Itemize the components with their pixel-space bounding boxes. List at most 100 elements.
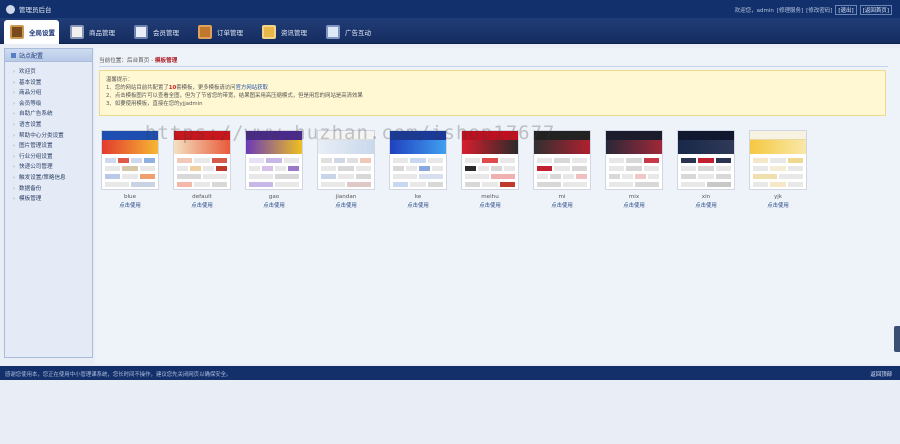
back-to-top-link[interactable]: 返回顶部 <box>870 370 892 378</box>
footer: 感谢您使用本，您正在使用中小管理课系统，您长时间不操作，建议您先关闭网页以确保安… <box>0 366 900 380</box>
news-icon <box>262 25 276 39</box>
theme-name: jiandan <box>335 194 357 200</box>
theme-card: jiandan 点击使用 <box>317 130 375 209</box>
goods-icon <box>70 25 84 39</box>
use-theme-button[interactable]: 点击使用 <box>335 201 357 209</box>
use-theme-button[interactable]: 点击使用 <box>623 201 645 209</box>
theme-card: yjk 点击使用 <box>749 130 807 209</box>
ads-icon <box>326 25 340 39</box>
sidebar-item-basic-settings[interactable]: › 基本设置 <box>13 78 92 89</box>
main-nav: 全局设置 商品管理 会员管理 订单管理 资讯管理 广告互动 <box>0 18 900 44</box>
service-link[interactable]: [修理服务] <box>777 6 803 14</box>
breadcrumb: 当前位置：后台首页 - 模板管理 <box>99 56 177 64</box>
theme-card: ke 点击使用 <box>389 130 447 209</box>
logo-icon <box>6 4 15 14</box>
tips-box: 温馨提示： 1、您的网站目前共配置了10套模板，更多模板请访问官方网站获取 2、… <box>99 70 886 116</box>
tab-news[interactable]: 资讯管理 <box>256 20 318 44</box>
theme-card: mi 点击使用 <box>533 130 591 209</box>
arrow-right-icon: › <box>13 153 15 160</box>
official-site-link[interactable]: 官方网站获取 <box>236 85 268 91</box>
settings-icon <box>10 25 24 39</box>
tips-line-1: 1、您的网站目前共配置了10套模板，更多模板请访问官方网站获取 <box>106 85 268 91</box>
use-theme-button[interactable]: 点击使用 <box>479 201 501 209</box>
header-links: 欢迎您，admin [修理服务] [修改密码] [退出] [返回首页] <box>735 5 892 15</box>
tab-members[interactable]: 会员管理 <box>128 20 188 44</box>
use-theme-button[interactable]: 点击使用 <box>695 201 717 209</box>
use-theme-button[interactable]: 点击使用 <box>407 201 429 209</box>
use-theme-button[interactable]: 点击使用 <box>191 201 213 209</box>
theme-card: mix 点击使用 <box>605 130 663 209</box>
sidebar-item-welcome[interactable]: › 欢迎页 <box>13 67 92 78</box>
footer-message: 感谢您使用本，您正在使用中小管理课系统，您长时间不操作，建议您先关闭网页以确保安… <box>5 372 232 378</box>
theme-name: default <box>192 194 212 200</box>
theme-thumbnail[interactable] <box>749 130 807 190</box>
logout-link[interactable]: [退出] <box>835 5 857 15</box>
tab-ads[interactable]: 广告互动 <box>320 20 382 44</box>
theme-thumbnail[interactable] <box>389 130 447 190</box>
theme-thumbnail[interactable] <box>245 130 303 190</box>
arrow-right-icon: › <box>13 143 15 150</box>
theme-card: blue 点击使用 <box>101 130 159 209</box>
side-handle[interactable] <box>894 326 900 352</box>
arrow-right-icon: › <box>13 111 15 118</box>
sidebar: 站点配置 › 欢迎页 › 基本设置 › 商品分组 › 会员等级 › 自助广告系统 › 语言设… <box>4 48 93 358</box>
theme-thumbnail[interactable] <box>173 130 231 190</box>
arrow-right-icon: › <box>13 196 15 203</box>
theme-name: mi <box>558 194 566 200</box>
arrow-right-icon: › <box>13 121 15 128</box>
sidebar-item-templates[interactable]: › 模板管理 <box>13 194 92 205</box>
tab-orders[interactable]: 订单管理 <box>192 20 254 44</box>
app-title: 管理员后台 <box>19 6 52 14</box>
use-theme-button[interactable]: 点击使用 <box>551 201 573 209</box>
section-icon <box>11 52 16 58</box>
home-link[interactable]: [返回首页] <box>859 5 892 15</box>
breadcrumb-current: 模板管理 <box>154 58 178 64</box>
theme-card: xin 点击使用 <box>677 130 735 209</box>
theme-thumbnail[interactable] <box>317 130 375 190</box>
theme-name: blue <box>123 194 137 200</box>
theme-card: gao 点击使用 <box>245 130 303 209</box>
arrow-right-icon: › <box>13 174 15 181</box>
theme-thumbnail[interactable] <box>533 130 591 190</box>
theme-thumbnail[interactable] <box>677 130 735 190</box>
sidebar-item-member-levels[interactable]: › 会员等级 <box>13 99 92 110</box>
arrow-right-icon: › <box>13 100 15 107</box>
tab-goods[interactable]: 商品管理 <box>64 20 124 44</box>
theme-card: meihu 点击使用 <box>461 130 519 209</box>
sidebar-item-industry[interactable]: › 行业分组设置 <box>13 152 92 163</box>
use-theme-button[interactable]: 点击使用 <box>263 201 285 209</box>
sidebar-item-images[interactable]: › 图片管理设置 <box>13 141 92 152</box>
sidebar-item-backup[interactable]: › 数据备份 <box>13 184 92 195</box>
tips-line-2: 2、点击模板图片可以查看全图，但为了节省您的带宽，结果图采用高压缩模式，但是用您… <box>106 93 363 99</box>
sidebar-item-help-center[interactable]: › 帮助中心分类设置 <box>13 131 92 142</box>
sidebar-item-express[interactable]: › 快递公司管理 <box>13 162 92 173</box>
change-password-link[interactable]: [修改密码] <box>806 6 832 14</box>
theme-name: xin <box>701 194 711 200</box>
theme-name: mix <box>628 194 640 200</box>
sidebar-item-language[interactable]: › 语言设置 <box>13 120 92 131</box>
arrow-right-icon: › <box>13 79 15 86</box>
theme-name: yjk <box>773 194 783 200</box>
arrow-right-icon: › <box>13 90 15 97</box>
breadcrumb-prefix: 当前位置：后台首页 - <box>99 58 154 64</box>
theme-thumbnail[interactable] <box>101 130 159 190</box>
tips-title: 温馨提示： <box>106 77 133 83</box>
theme-name: gao <box>268 194 280 200</box>
use-theme-button[interactable]: 点击使用 <box>767 201 789 209</box>
arrow-right-icon: › <box>13 164 15 171</box>
sidebar-header: 站点配置 <box>5 49 92 62</box>
sidebar-item-ad-system[interactable]: › 自助广告系统 <box>13 109 92 120</box>
sidebar-menu: › 欢迎页 › 基本设置 › 商品分组 › 会员等级 › 自助广告系统 › 语言设置 › 帮助… <box>5 62 92 205</box>
sidebar-item-triggers[interactable]: › 触发设置/策略信息 <box>13 173 92 184</box>
tab-global-settings[interactable]: 全局设置 <box>4 20 59 44</box>
use-theme-button[interactable]: 点击使用 <box>119 201 141 209</box>
divider <box>99 66 888 67</box>
arrow-right-icon: › <box>13 132 15 139</box>
page-background <box>0 380 900 444</box>
theme-name: ke <box>414 194 422 200</box>
theme-thumbnail[interactable] <box>605 130 663 190</box>
theme-thumbnail[interactable] <box>461 130 519 190</box>
sidebar-item-goods-groups[interactable]: › 商品分组 <box>13 88 92 99</box>
brand: 管理员后台 <box>6 4 52 14</box>
members-icon <box>134 25 148 39</box>
